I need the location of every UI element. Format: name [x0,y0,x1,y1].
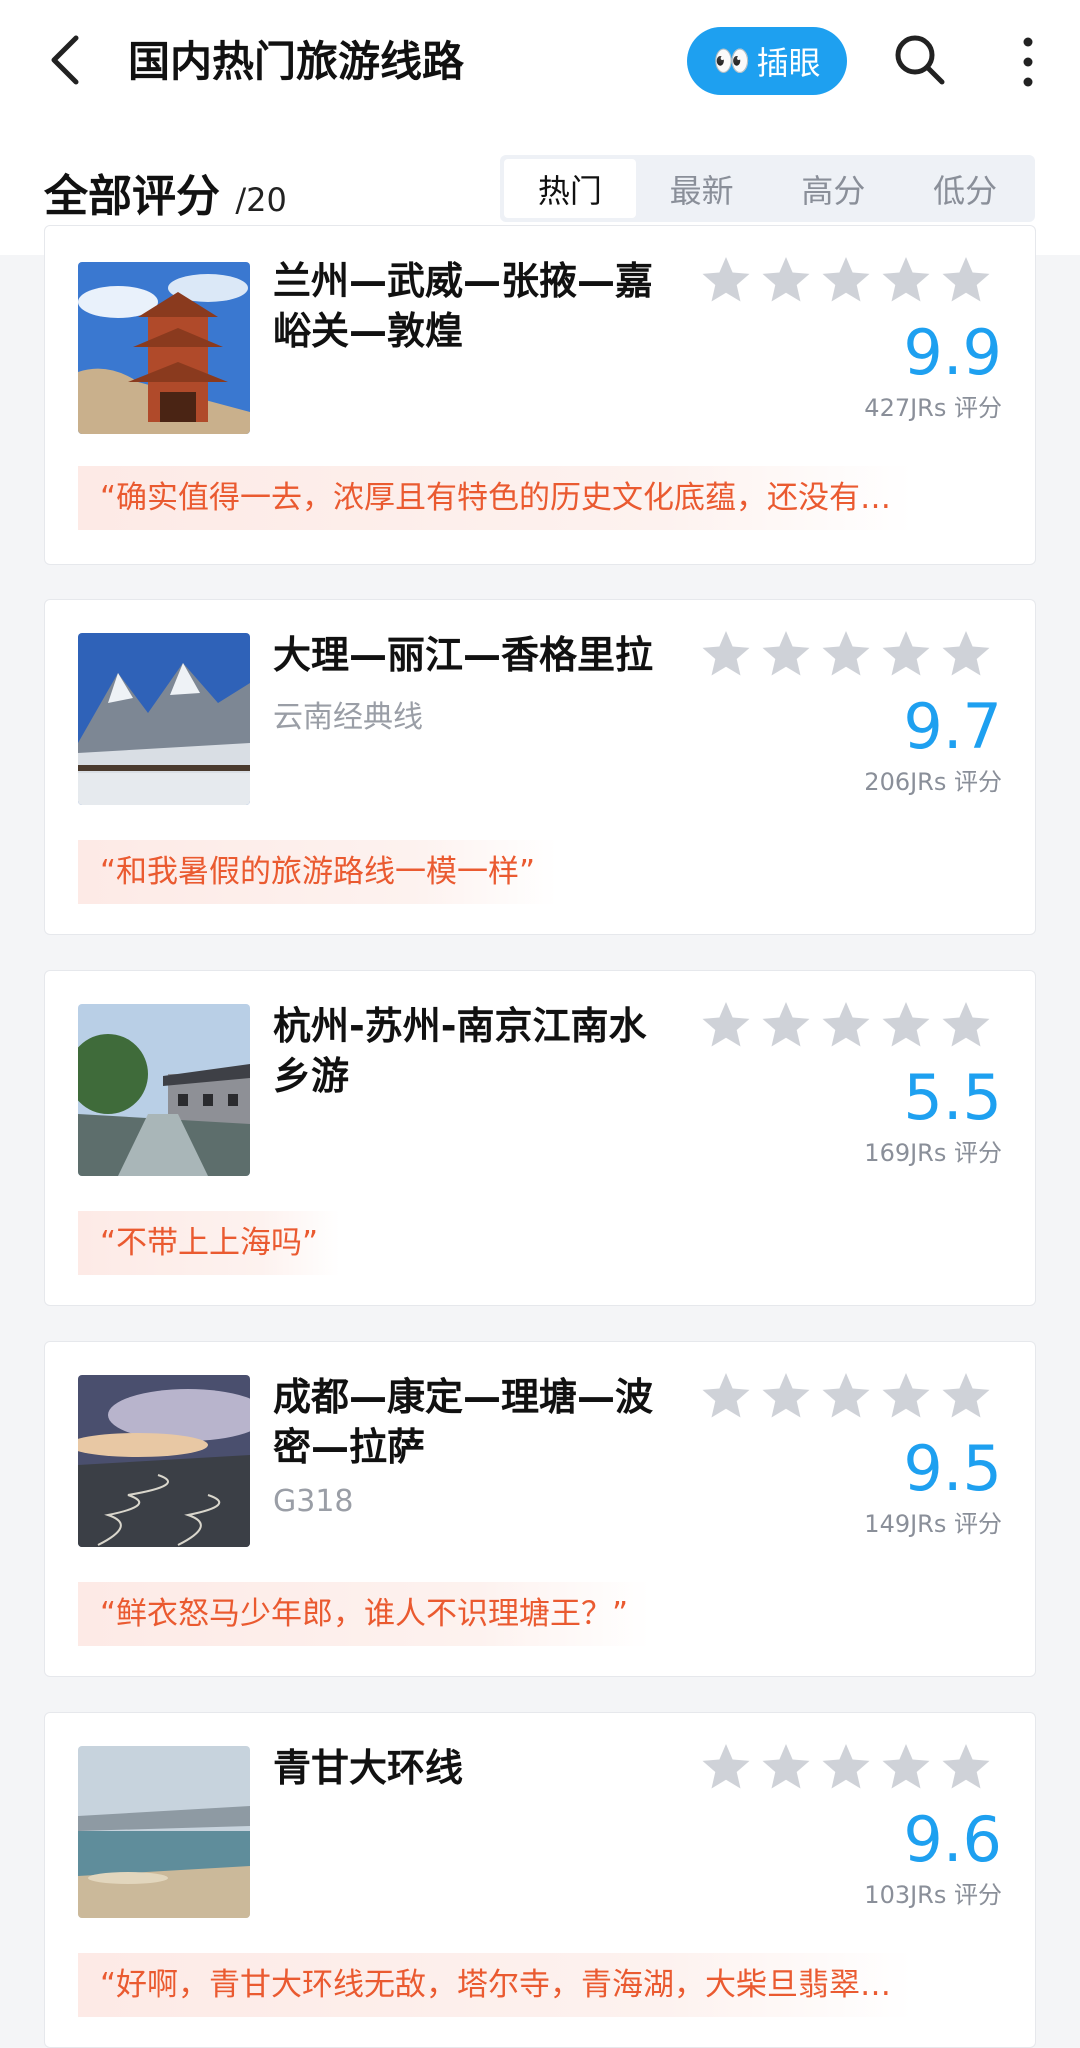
star-icon [822,631,870,676]
route-score: 9.5 [903,1432,1002,1505]
star-rating [700,999,992,1051]
route-quote: “确实值得一去，浓厚且有特色的历史文化底蕴，还没有… [78,466,914,530]
search-icon[interactable] [890,30,950,90]
star-icon [882,257,930,302]
route-thumbnail [78,1746,250,1918]
route-quote: “好啊，青甘大环线无敌，塔尔寺，青海湖，大柴旦翡翠… [78,1953,914,2017]
peek-button-label: 插眼 [756,44,821,82]
ratings-count: /20 [235,181,287,219]
top-app-bar: 国内热门旅游线路 👀 插眼 [0,0,1080,125]
route-quote: “和我暑假的旅游路线一模一样” [78,840,558,904]
route-subtitle: 云南经典线 [273,700,423,735]
route-raters: 103JRs 评分 [864,1881,1002,1909]
star-icon [702,631,750,676]
sort-tabs: 热门 最新 高分 低分 [500,155,1035,222]
route-thumbnail [78,1004,250,1176]
all-ratings-text: 全部评分 [44,171,220,222]
route-card[interactable]: 青甘大环线 9.6 103JRs 评分 “好啊，青甘大环线无敌，塔尔寺，青海湖，… [44,1712,1036,2048]
route-score: 9.7 [903,690,1002,763]
star-icon [822,257,870,302]
star-icon [882,1744,930,1789]
route-thumbnail [78,262,250,434]
more-icon[interactable] [1000,34,1056,90]
star-icon [942,1744,990,1789]
route-quote: “鲜衣怒马少年郎，谁人不识理塘王？” [78,1582,651,1646]
route-score: 9.6 [903,1803,1002,1876]
star-icon [882,631,930,676]
eyes-icon: 👀 [713,43,750,79]
star-icon [882,1002,930,1047]
star-icon [882,1373,930,1418]
star-icon [762,1373,810,1418]
star-icon [822,1373,870,1418]
star-icon [762,631,810,676]
route-title: 大理—丽江—香格里拉 [273,633,654,677]
tab-high-score[interactable]: 高分 [768,159,900,218]
route-title: 成都—康定—理塘—波密—拉萨 [273,1375,654,1469]
star-icon [702,1744,750,1789]
route-subtitle: G318 [273,1484,354,1519]
star-icon [702,257,750,302]
tab-low-score[interactable]: 低分 [899,159,1031,218]
star-icon [942,1373,990,1418]
star-icon [702,1002,750,1047]
route-thumbnail [78,1375,250,1547]
route-card[interactable]: 杭州-苏州-南京江南水乡游 5.5 169JRs 评分 “不带上上海吗” [44,970,1036,1306]
route-thumbnail [78,633,250,805]
tab-latest[interactable]: 最新 [636,159,768,218]
star-rating [700,628,992,680]
route-raters: 427JRs 评分 [864,394,1002,422]
route-title: 兰州—武威—张掖—嘉峪关—敦煌 [273,259,654,353]
star-icon [702,1373,750,1418]
route-raters: 169JRs 评分 [864,1139,1002,1167]
route-card[interactable]: 成都—康定—理塘—波密—拉萨 G318 9.5 149JRs 评分 “鲜衣怒马少… [44,1341,1036,1677]
star-icon [942,1002,990,1047]
all-ratings-label: 全部评分 /20 [44,165,287,232]
route-title: 杭州-苏州-南京江南水乡游 [273,1004,647,1098]
star-icon [762,1002,810,1047]
route-card[interactable]: 兰州—武威—张掖—嘉峪关—敦煌 9.9 427JRs 评分 “确实值得一去，浓厚… [44,225,1036,565]
route-score: 9.9 [903,316,1002,389]
star-icon [762,257,810,302]
tab-hot[interactable]: 热门 [504,159,636,218]
route-card[interactable]: 大理—丽江—香格里拉 云南经典线 9.7 206JRs 评分 “和我暑假的旅游路… [44,599,1036,935]
star-icon [822,1002,870,1047]
peek-button[interactable]: 👀 插眼 [687,27,847,95]
star-rating [700,1741,992,1793]
route-score: 5.5 [903,1061,1002,1134]
star-icon [762,1744,810,1789]
route-raters: 149JRs 评分 [864,1510,1002,1538]
route-quote: “不带上上海吗” [78,1211,341,1275]
route-title: 青甘大环线 [273,1746,464,1790]
route-raters: 206JRs 评分 [864,768,1002,796]
star-rating [700,254,992,306]
star-icon [942,631,990,676]
page-title: 国内热门旅游线路 [128,37,465,86]
star-rating [700,1370,992,1422]
star-icon [942,257,990,302]
star-icon [822,1744,870,1789]
back-icon[interactable] [42,30,92,90]
